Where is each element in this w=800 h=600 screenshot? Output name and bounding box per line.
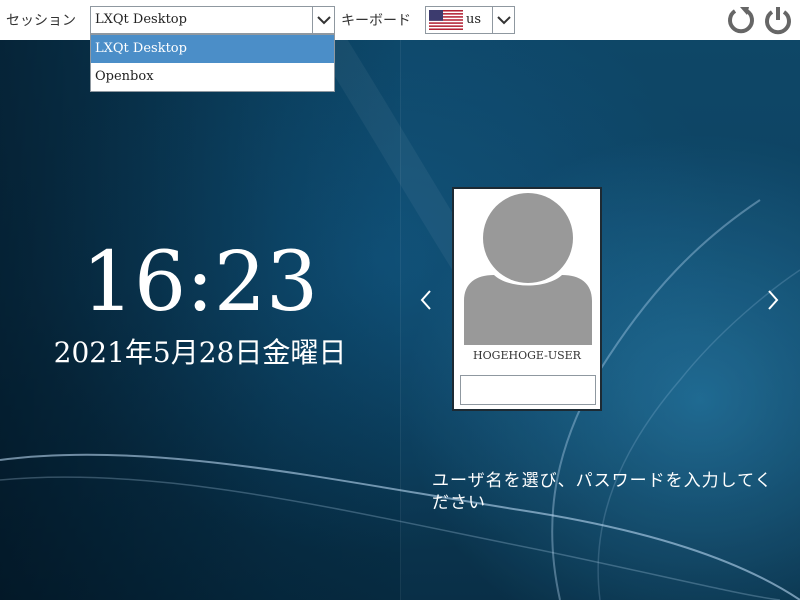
restart-icon[interactable] (725, 4, 757, 36)
password-field[interactable] (460, 375, 596, 405)
keyboard-layout-select[interactable]: us (425, 6, 515, 34)
chevron-down-icon[interactable] (492, 7, 514, 33)
keyboard-label: キーボード (341, 13, 411, 29)
avatar (464, 193, 592, 345)
chevron-right-icon[interactable] (763, 288, 783, 312)
session-option-openbox[interactable]: Openbox (91, 63, 334, 91)
session-select-value: LXQt Desktop (95, 12, 187, 27)
power-icon[interactable] (762, 4, 794, 36)
session-label: セッション (6, 13, 76, 29)
username-label: HOGEHOGE-USER (473, 349, 581, 362)
session-option-lxqt[interactable]: LXQt Desktop (91, 35, 334, 63)
user-card[interactable]: HOGEHOGE-USER (452, 187, 602, 411)
clock-date: 2021年5月28日金曜日 (53, 336, 347, 369)
login-prompt: ユーザ名を選び、パスワードを入力してください (432, 471, 773, 513)
session-dropdown-list: LXQt Desktop Openbox (90, 34, 335, 92)
chevron-down-icon[interactable] (312, 7, 334, 33)
keyboard-layout-value: us (466, 12, 482, 27)
clock-time: 16:23 (81, 235, 319, 330)
us-flag-icon (429, 10, 463, 34)
chevron-left-icon[interactable] (416, 288, 436, 312)
session-select[interactable]: LXQt Desktop (90, 6, 335, 34)
